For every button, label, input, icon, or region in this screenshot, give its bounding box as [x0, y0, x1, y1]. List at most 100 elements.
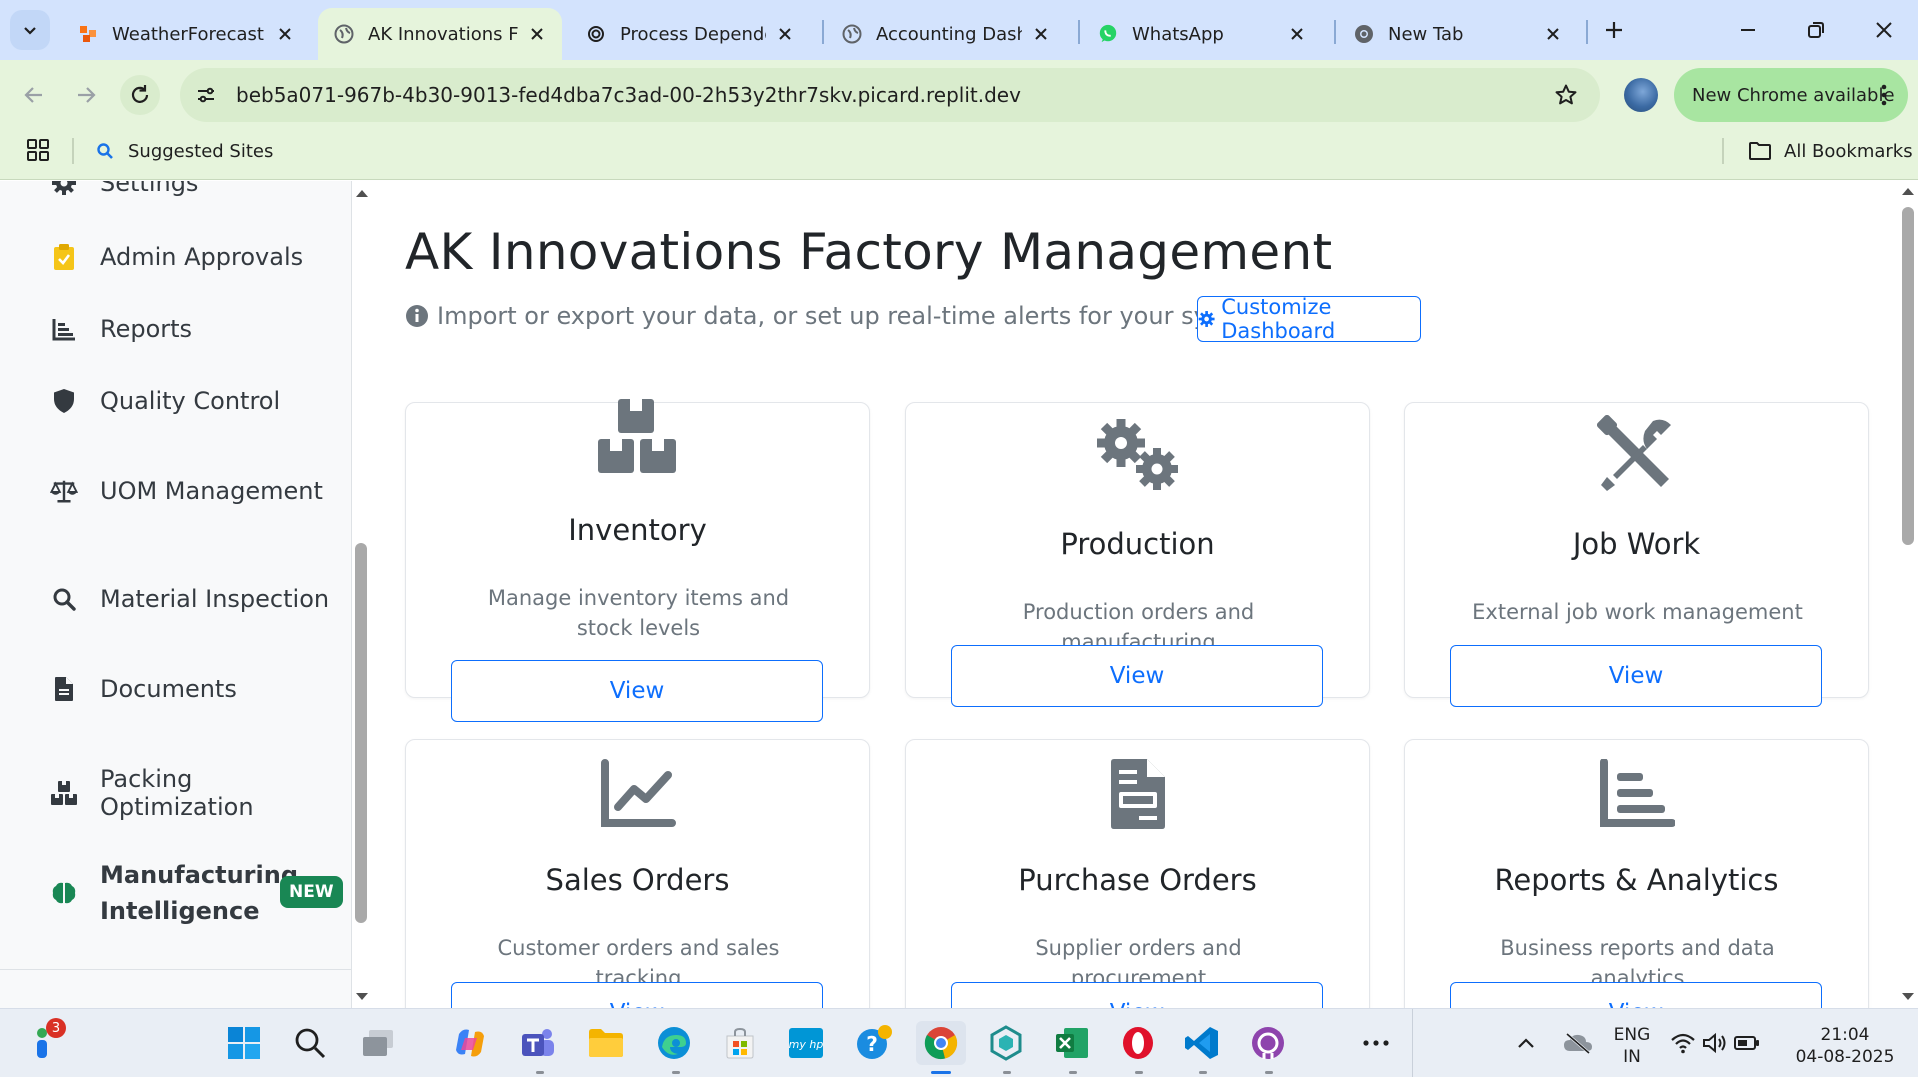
close-icon[interactable]	[1542, 23, 1564, 45]
scroll-up-arrow-icon[interactable]	[354, 187, 370, 199]
opera-icon	[1123, 1027, 1153, 1059]
url-text[interactable]: beb5a071-967b-4b30-9013-fed4dba7c3ad-00-…	[236, 68, 1021, 122]
get-help-app[interactable]: ?	[852, 1021, 896, 1065]
task-view-button[interactable]	[356, 1021, 400, 1065]
restore-button[interactable]	[1786, 12, 1846, 48]
scroll-down-arrow-icon[interactable]	[1900, 991, 1916, 1003]
microsoft-store-app[interactable]	[718, 1021, 762, 1065]
running-indicator	[1069, 1071, 1077, 1074]
page-scrollbar[interactable]	[1898, 181, 1918, 1008]
bookmark-label: All Bookmarks	[1784, 140, 1913, 162]
running-indicator	[536, 1071, 544, 1074]
scroll-up-arrow-icon[interactable]	[1900, 185, 1916, 197]
copilot-app[interactable]	[448, 1021, 492, 1065]
chart-bar-icon	[1592, 754, 1682, 834]
view-button[interactable]: View	[951, 982, 1323, 1008]
sidebar-item-packing-optimization[interactable]: Packing Optimization	[50, 765, 351, 821]
new-chrome-available-button[interactable]: New Chrome available	[1674, 68, 1908, 122]
sidebar-item-uom-management[interactable]: UOM Management	[50, 477, 323, 505]
card-description: External job work management	[1472, 600, 1803, 624]
start-button[interactable]	[222, 1021, 266, 1065]
teams-app[interactable]	[516, 1021, 560, 1065]
close-icon[interactable]	[274, 23, 296, 45]
myhp-app[interactable]: my hp	[784, 1021, 828, 1065]
apps-grid-icon[interactable]	[26, 138, 50, 162]
language-indicator[interactable]: ENG IN	[1606, 1024, 1658, 1068]
chrome-app[interactable]	[916, 1021, 966, 1065]
customize-dashboard-button[interactable]: Customize Dashboard	[1197, 295, 1421, 343]
view-button[interactable]: View	[1450, 645, 1822, 707]
tab-title: WeatherForecast -	[112, 23, 266, 45]
close-window-button[interactable]	[1854, 12, 1914, 48]
vscode-app[interactable]	[1180, 1021, 1224, 1065]
clock[interactable]: 21:04 04-08-2025	[1786, 1024, 1904, 1068]
globe-icon	[842, 24, 862, 44]
tab-search-button[interactable]	[10, 10, 50, 50]
tab-weatherforecast[interactable]: WeatherForecast -	[62, 8, 310, 60]
search-icon	[97, 143, 113, 159]
sidebar-item-reports[interactable]: Reports	[50, 315, 192, 343]
site-info-icon[interactable]	[192, 81, 220, 109]
help-icon: ?	[857, 1025, 892, 1059]
overflow-button[interactable]	[1354, 1021, 1398, 1065]
sidebar-item-manufacturing-intelligence[interactable]: Manufacturing Intelligence	[50, 857, 298, 929]
quick-settings-button[interactable]	[1668, 1021, 1762, 1065]
sidebar-item-documents[interactable]: Documents	[50, 675, 237, 703]
sidebar-scrollbar[interactable]	[352, 181, 372, 1008]
file-explorer-app[interactable]	[584, 1021, 628, 1065]
close-icon[interactable]	[1286, 23, 1308, 45]
copilot-icon	[456, 1029, 484, 1057]
tray-overflow-button[interactable]	[1504, 1021, 1548, 1065]
region-code: IN	[1623, 1047, 1641, 1067]
edge-app[interactable]	[652, 1021, 696, 1065]
github-desktop-app[interactable]	[1246, 1021, 1290, 1065]
all-bookmarks-button[interactable]: All Bookmarks	[1748, 136, 1913, 166]
tab-ak-innovations[interactable]: AK Innovations Fac	[318, 8, 562, 60]
store-icon	[726, 1027, 754, 1059]
address-bar[interactable]: beb5a071-967b-4b30-9013-fed4dba7c3ad-00-…	[180, 68, 1600, 122]
bookmark-separator	[1722, 138, 1724, 164]
view-button[interactable]: View	[1450, 982, 1822, 1008]
tab-whatsapp[interactable]: WhatsApp	[1082, 8, 1322, 60]
dev-tool-app[interactable]	[984, 1021, 1028, 1065]
opera-app[interactable]	[1116, 1021, 1160, 1065]
back-button[interactable]	[14, 75, 54, 115]
gear-icon	[1198, 311, 1215, 327]
card-title: Inventory	[568, 513, 707, 547]
close-icon[interactable]	[526, 23, 548, 45]
tab-process-dependency[interactable]: Process Dependen	[570, 8, 810, 60]
sidebar-item-material-inspection[interactable]: Material Inspection	[50, 585, 329, 613]
onedrive-tray[interactable]	[1556, 1021, 1600, 1065]
excel-app[interactable]	[1050, 1021, 1094, 1065]
sidebar-item-admin-approvals[interactable]: Admin Approvals	[50, 243, 303, 271]
forward-button[interactable]	[66, 75, 106, 115]
close-icon[interactable]	[1030, 23, 1052, 45]
sidebar-item-quality-control[interactable]: Quality Control	[50, 387, 280, 415]
reload-button[interactable]	[120, 75, 160, 115]
bookmark-star-icon[interactable]	[1552, 81, 1580, 109]
view-button[interactable]: View	[451, 982, 823, 1008]
tab-new-tab[interactable]: New Tab	[1338, 8, 1578, 60]
customize-label: Customize Dashboard	[1221, 295, 1336, 343]
profile-avatar[interactable]	[1624, 78, 1658, 112]
tab-separator	[1334, 20, 1336, 44]
suggested-sites-bookmark[interactable]: Suggested Sites	[96, 136, 273, 166]
kebab-menu-icon[interactable]	[1874, 81, 1894, 109]
info-circle-icon	[406, 305, 428, 327]
minimize-button[interactable]	[1718, 12, 1778, 48]
scrollbar-thumb[interactable]	[1902, 207, 1914, 545]
sidebar-item-settings[interactable]: Settings	[50, 181, 198, 197]
windows-taskbar: my hp ? ENG IN 21:04 04-08-2025	[0, 1008, 1918, 1077]
view-button[interactable]: View	[451, 660, 823, 722]
task-view-icon	[363, 1030, 393, 1056]
tab-accounting-dashboard[interactable]: Accounting Dashb	[826, 8, 1066, 60]
scrollbar-thumb[interactable]	[355, 543, 367, 923]
active-indicator	[931, 1071, 951, 1074]
new-tab-button[interactable]	[1598, 14, 1630, 46]
close-icon[interactable]	[774, 23, 796, 45]
view-button[interactable]: View	[951, 645, 1323, 707]
scroll-down-arrow-icon[interactable]	[354, 991, 370, 1003]
folder-icon	[1749, 142, 1771, 160]
bookmark-separator	[72, 138, 74, 164]
search-button[interactable]	[288, 1021, 332, 1065]
